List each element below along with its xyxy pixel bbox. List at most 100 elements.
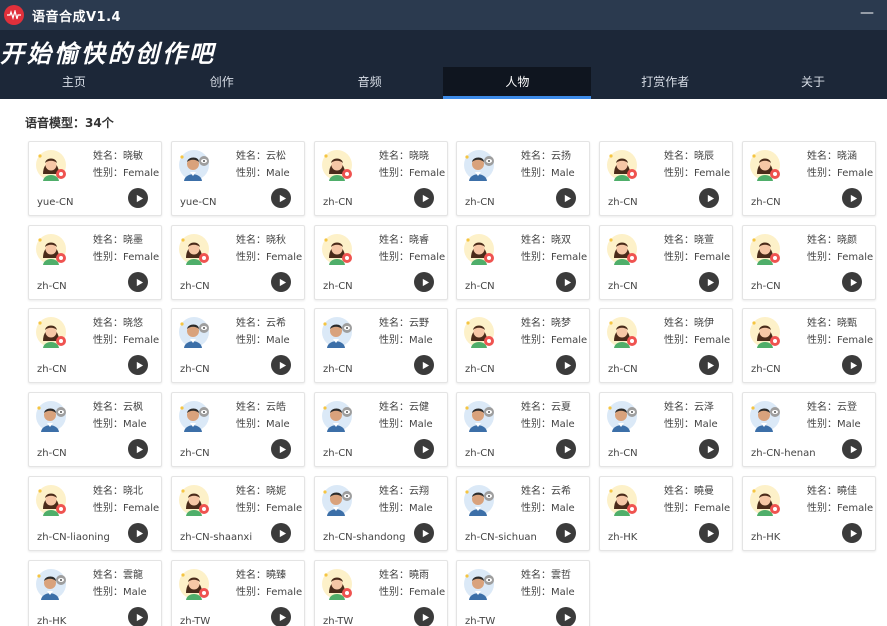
play-button[interactable]	[414, 607, 434, 626]
voice-card[interactable]: 姓名： 晓悠 性别： Female zh-CN	[28, 308, 162, 383]
play-button[interactable]	[842, 188, 862, 208]
play-button[interactable]	[556, 355, 576, 375]
voice-locale: zh-CN	[323, 448, 353, 459]
voice-card[interactable]: 姓名： 晓伊 性别： Female zh-CN	[599, 308, 733, 383]
voice-card[interactable]: 姓名： 云泽 性别： Male zh-CN	[599, 392, 733, 467]
male-avatar-icon	[606, 399, 640, 433]
play-button[interactable]	[271, 355, 291, 375]
play-button[interactable]	[271, 607, 291, 626]
play-icon	[135, 445, 144, 454]
nav-item-create[interactable]: 创作	[148, 67, 296, 99]
play-button[interactable]	[128, 607, 148, 626]
nav-item-about[interactable]: 关于	[739, 67, 887, 99]
name-label: 姓名：	[664, 235, 694, 246]
voice-card[interactable]: 姓名： 云野 性别： Male zh-CN	[314, 308, 448, 383]
play-button[interactable]	[414, 439, 434, 459]
voice-name: 晓秋	[266, 235, 286, 246]
gender-label: 性别：	[236, 335, 266, 346]
name-label: 姓名：	[236, 235, 266, 246]
play-button[interactable]	[128, 188, 148, 208]
minimize-button[interactable]: —	[857, 3, 877, 23]
play-button[interactable]	[128, 439, 148, 459]
play-icon	[706, 278, 715, 287]
play-button[interactable]	[271, 439, 291, 459]
voice-gender: Male	[694, 419, 718, 430]
play-button[interactable]	[556, 523, 576, 543]
play-button[interactable]	[842, 272, 862, 292]
voice-card[interactable]: 姓名： 云登 性别： Male zh-CN-henan	[742, 392, 876, 467]
voice-card[interactable]: 姓名： 晓双 性别： Female zh-CN	[456, 225, 590, 300]
voice-card[interactable]: 姓名： 晓辰 性别： Female zh-CN	[599, 141, 733, 216]
voice-card[interactable]: 姓名： 晓秋 性别： Female zh-CN	[171, 225, 305, 300]
play-button[interactable]	[699, 272, 719, 292]
voice-card[interactable]: 姓名： 晓妮 性别： Female zh-CN-shaanxi	[171, 476, 305, 551]
voice-card[interactable]: 姓名： 云枫 性别： Male zh-CN	[28, 392, 162, 467]
play-button[interactable]	[271, 523, 291, 543]
play-button[interactable]	[414, 188, 434, 208]
play-button[interactable]	[699, 355, 719, 375]
voice-card[interactable]: 姓名： 晓北 性别： Female zh-CN-liaoning	[28, 476, 162, 551]
play-button[interactable]	[414, 272, 434, 292]
voice-card[interactable]: 姓名： 云夏 性别： Male zh-CN	[456, 392, 590, 467]
play-button[interactable]	[699, 188, 719, 208]
nav-item-donate[interactable]: 打赏作者	[591, 67, 739, 99]
play-button[interactable]	[271, 188, 291, 208]
name-label: 姓名：	[93, 402, 123, 413]
voice-info: 姓名： 云松 性别： Male	[236, 148, 290, 182]
play-button[interactable]	[556, 607, 576, 626]
play-button[interactable]	[699, 439, 719, 459]
voice-card[interactable]: 姓名： 云希 性别： Male zh-CN	[171, 308, 305, 383]
play-button[interactable]	[699, 523, 719, 543]
play-button[interactable]	[842, 355, 862, 375]
name-label: 姓名：	[521, 318, 551, 329]
voice-card[interactable]: 姓名： 云扬 性别： Male zh-CN	[456, 141, 590, 216]
voice-card[interactable]: 姓名： 云翔 性别： Male zh-CN-shandong	[314, 476, 448, 551]
play-button[interactable]	[842, 523, 862, 543]
play-icon	[563, 613, 572, 622]
voice-card[interactable]: 姓名： 晓萱 性别： Female zh-CN	[599, 225, 733, 300]
voice-card[interactable]: 姓名： 晓墨 性别： Female zh-CN	[28, 225, 162, 300]
nav-item-home[interactable]: 主页	[0, 67, 148, 99]
play-button[interactable]	[556, 272, 576, 292]
play-button[interactable]	[556, 188, 576, 208]
voice-card[interactable]: 姓名： 曉佳 性别： Female zh-HK	[742, 476, 876, 551]
voice-card[interactable]: 姓名： 晓睿 性别： Female zh-CN	[314, 225, 448, 300]
voice-card[interactable]: 姓名： 晓甄 性别： Female zh-CN	[742, 308, 876, 383]
voice-info: 姓名： 云希 性别： Male	[521, 483, 575, 517]
voice-card[interactable]: 姓名： 晓晓 性别： Female zh-CN	[314, 141, 448, 216]
female-avatar-icon	[35, 483, 69, 517]
play-icon	[135, 613, 144, 622]
gender-label: 性别：	[521, 335, 551, 346]
nav-item-characters[interactable]: 人物	[443, 67, 592, 99]
voice-card[interactable]: 姓名： 雲哲 性别： Male zh-TW	[456, 560, 590, 626]
female-avatar-icon	[463, 232, 497, 266]
male-avatar-icon	[178, 399, 212, 433]
voice-card[interactable]: 姓名： 曉雨 性别： Female zh-TW	[314, 560, 448, 626]
play-button[interactable]	[842, 439, 862, 459]
voice-gender: Male	[266, 335, 290, 346]
voice-gender: Male	[551, 419, 575, 430]
play-button[interactable]	[414, 523, 434, 543]
voice-card[interactable]: 姓名： 晓颜 性别： Female zh-CN	[742, 225, 876, 300]
play-button[interactable]	[128, 355, 148, 375]
gender-label: 性别：	[93, 335, 123, 346]
voice-locale: zh-HK	[751, 532, 781, 543]
voice-card[interactable]: 姓名： 云皓 性别： Male zh-CN	[171, 392, 305, 467]
voice-card[interactable]: 姓名： 云希 性别： Male zh-CN-sichuan	[456, 476, 590, 551]
play-button[interactable]	[271, 272, 291, 292]
voice-card[interactable]: 姓名： 曉臻 性别： Female zh-TW	[171, 560, 305, 626]
voice-locale: zh-CN	[37, 364, 67, 375]
play-button[interactable]	[414, 355, 434, 375]
voice-card[interactable]: 姓名： 雲龍 性别： Male zh-HK	[28, 560, 162, 626]
voice-card[interactable]: 姓名： 晓涵 性别： Female zh-CN	[742, 141, 876, 216]
voice-card[interactable]: 姓名： 晓梦 性别： Female zh-CN	[456, 308, 590, 383]
play-button[interactable]	[128, 523, 148, 543]
voice-card[interactable]: 姓名： 晓敏 性别： Female yue-CN	[28, 141, 162, 216]
name-label: 姓名：	[93, 318, 123, 329]
play-button[interactable]	[556, 439, 576, 459]
voice-card[interactable]: 姓名： 曉曼 性别： Female zh-HK	[599, 476, 733, 551]
nav-item-audio[interactable]: 音频	[296, 67, 444, 99]
voice-card[interactable]: 姓名： 云健 性别： Male zh-CN	[314, 392, 448, 467]
voice-card[interactable]: 姓名： 云松 性别： Male yue-CN	[171, 141, 305, 216]
play-button[interactable]	[128, 272, 148, 292]
